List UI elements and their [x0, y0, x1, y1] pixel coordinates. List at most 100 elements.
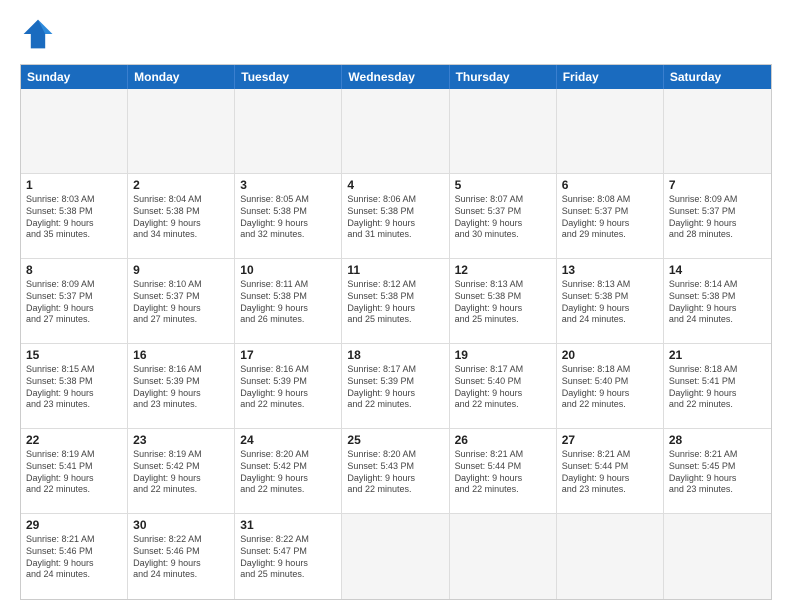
day-info: Sunrise: 8:07 AM Sunset: 5:37 PM Dayligh…: [455, 194, 551, 241]
calendar-day-8: 8Sunrise: 8:09 AM Sunset: 5:37 PM Daylig…: [21, 259, 128, 343]
header-day-sunday: Sunday: [21, 65, 128, 89]
day-number: 27: [562, 432, 658, 448]
day-number: 11: [347, 262, 443, 278]
calendar-header: SundayMondayTuesdayWednesdayThursdayFrid…: [21, 65, 771, 89]
calendar-day-25: 25Sunrise: 8:20 AM Sunset: 5:43 PM Dayli…: [342, 429, 449, 513]
calendar-day-17: 17Sunrise: 8:16 AM Sunset: 5:39 PM Dayli…: [235, 344, 342, 428]
calendar-day-empty: [664, 514, 771, 599]
day-number: 23: [133, 432, 229, 448]
day-number: 5: [455, 177, 551, 193]
day-info: Sunrise: 8:19 AM Sunset: 5:41 PM Dayligh…: [26, 449, 122, 496]
calendar-day-1: 1Sunrise: 8:03 AM Sunset: 5:38 PM Daylig…: [21, 174, 128, 258]
calendar-day-28: 28Sunrise: 8:21 AM Sunset: 5:45 PM Dayli…: [664, 429, 771, 513]
day-info: Sunrise: 8:19 AM Sunset: 5:42 PM Dayligh…: [133, 449, 229, 496]
header-day-monday: Monday: [128, 65, 235, 89]
calendar-day-31: 31Sunrise: 8:22 AM Sunset: 5:47 PM Dayli…: [235, 514, 342, 599]
day-number: 1: [26, 177, 122, 193]
day-info: Sunrise: 8:22 AM Sunset: 5:46 PM Dayligh…: [133, 534, 229, 581]
calendar-day-13: 13Sunrise: 8:13 AM Sunset: 5:38 PM Dayli…: [557, 259, 664, 343]
calendar-day-empty: [342, 89, 449, 173]
calendar-day-empty: [450, 89, 557, 173]
day-info: Sunrise: 8:15 AM Sunset: 5:38 PM Dayligh…: [26, 364, 122, 411]
calendar-day-12: 12Sunrise: 8:13 AM Sunset: 5:38 PM Dayli…: [450, 259, 557, 343]
calendar-day-2: 2Sunrise: 8:04 AM Sunset: 5:38 PM Daylig…: [128, 174, 235, 258]
day-info: Sunrise: 8:09 AM Sunset: 5:37 PM Dayligh…: [26, 279, 122, 326]
calendar-day-11: 11Sunrise: 8:12 AM Sunset: 5:38 PM Dayli…: [342, 259, 449, 343]
day-info: Sunrise: 8:04 AM Sunset: 5:38 PM Dayligh…: [133, 194, 229, 241]
calendar-day-10: 10Sunrise: 8:11 AM Sunset: 5:38 PM Dayli…: [235, 259, 342, 343]
day-number: 3: [240, 177, 336, 193]
day-number: 8: [26, 262, 122, 278]
calendar-day-9: 9Sunrise: 8:10 AM Sunset: 5:37 PM Daylig…: [128, 259, 235, 343]
day-info: Sunrise: 8:13 AM Sunset: 5:38 PM Dayligh…: [562, 279, 658, 326]
calendar-day-empty: [557, 89, 664, 173]
day-info: Sunrise: 8:10 AM Sunset: 5:37 PM Dayligh…: [133, 279, 229, 326]
day-number: 17: [240, 347, 336, 363]
calendar-day-5: 5Sunrise: 8:07 AM Sunset: 5:37 PM Daylig…: [450, 174, 557, 258]
day-number: 14: [669, 262, 766, 278]
header-day-saturday: Saturday: [664, 65, 771, 89]
day-info: Sunrise: 8:21 AM Sunset: 5:44 PM Dayligh…: [455, 449, 551, 496]
calendar-day-15: 15Sunrise: 8:15 AM Sunset: 5:38 PM Dayli…: [21, 344, 128, 428]
day-number: 28: [669, 432, 766, 448]
day-number: 22: [26, 432, 122, 448]
day-info: Sunrise: 8:12 AM Sunset: 5:38 PM Dayligh…: [347, 279, 443, 326]
day-info: Sunrise: 8:18 AM Sunset: 5:41 PM Dayligh…: [669, 364, 766, 411]
day-info: Sunrise: 8:22 AM Sunset: 5:47 PM Dayligh…: [240, 534, 336, 581]
calendar-day-24: 24Sunrise: 8:20 AM Sunset: 5:42 PM Dayli…: [235, 429, 342, 513]
day-info: Sunrise: 8:21 AM Sunset: 5:46 PM Dayligh…: [26, 534, 122, 581]
day-number: 24: [240, 432, 336, 448]
day-info: Sunrise: 8:21 AM Sunset: 5:44 PM Dayligh…: [562, 449, 658, 496]
calendar-day-empty: [342, 514, 449, 599]
day-info: Sunrise: 8:16 AM Sunset: 5:39 PM Dayligh…: [133, 364, 229, 411]
calendar-day-19: 19Sunrise: 8:17 AM Sunset: 5:40 PM Dayli…: [450, 344, 557, 428]
day-info: Sunrise: 8:03 AM Sunset: 5:38 PM Dayligh…: [26, 194, 122, 241]
day-number: 7: [669, 177, 766, 193]
calendar-day-empty: [557, 514, 664, 599]
day-info: Sunrise: 8:11 AM Sunset: 5:38 PM Dayligh…: [240, 279, 336, 326]
calendar-day-6: 6Sunrise: 8:08 AM Sunset: 5:37 PM Daylig…: [557, 174, 664, 258]
calendar-day-21: 21Sunrise: 8:18 AM Sunset: 5:41 PM Dayli…: [664, 344, 771, 428]
calendar-day-20: 20Sunrise: 8:18 AM Sunset: 5:40 PM Dayli…: [557, 344, 664, 428]
day-number: 16: [133, 347, 229, 363]
day-number: 4: [347, 177, 443, 193]
header-day-friday: Friday: [557, 65, 664, 89]
day-info: Sunrise: 8:17 AM Sunset: 5:39 PM Dayligh…: [347, 364, 443, 411]
day-info: Sunrise: 8:09 AM Sunset: 5:37 PM Dayligh…: [669, 194, 766, 241]
logo: [20, 16, 62, 52]
header-day-tuesday: Tuesday: [235, 65, 342, 89]
calendar-day-empty: [21, 89, 128, 173]
day-number: 31: [240, 517, 336, 533]
day-number: 29: [26, 517, 122, 533]
calendar-day-26: 26Sunrise: 8:21 AM Sunset: 5:44 PM Dayli…: [450, 429, 557, 513]
logo-icon: [20, 16, 56, 52]
day-number: 12: [455, 262, 551, 278]
day-number: 2: [133, 177, 229, 193]
calendar-day-23: 23Sunrise: 8:19 AM Sunset: 5:42 PM Dayli…: [128, 429, 235, 513]
day-info: Sunrise: 8:18 AM Sunset: 5:40 PM Dayligh…: [562, 364, 658, 411]
day-info: Sunrise: 8:17 AM Sunset: 5:40 PM Dayligh…: [455, 364, 551, 411]
calendar-day-4: 4Sunrise: 8:06 AM Sunset: 5:38 PM Daylig…: [342, 174, 449, 258]
calendar-day-empty: [450, 514, 557, 599]
calendar-day-empty: [128, 89, 235, 173]
calendar-week-4: 15Sunrise: 8:15 AM Sunset: 5:38 PM Dayli…: [21, 344, 771, 429]
calendar-day-30: 30Sunrise: 8:22 AM Sunset: 5:46 PM Dayli…: [128, 514, 235, 599]
day-info: Sunrise: 8:16 AM Sunset: 5:39 PM Dayligh…: [240, 364, 336, 411]
day-number: 15: [26, 347, 122, 363]
calendar-day-16: 16Sunrise: 8:16 AM Sunset: 5:39 PM Dayli…: [128, 344, 235, 428]
header-day-thursday: Thursday: [450, 65, 557, 89]
day-number: 10: [240, 262, 336, 278]
header: [20, 16, 772, 52]
day-number: 19: [455, 347, 551, 363]
calendar-day-27: 27Sunrise: 8:21 AM Sunset: 5:44 PM Dayli…: [557, 429, 664, 513]
calendar-week-6: 29Sunrise: 8:21 AM Sunset: 5:46 PM Dayli…: [21, 514, 771, 599]
calendar-day-18: 18Sunrise: 8:17 AM Sunset: 5:39 PM Dayli…: [342, 344, 449, 428]
day-info: Sunrise: 8:20 AM Sunset: 5:43 PM Dayligh…: [347, 449, 443, 496]
header-day-wednesday: Wednesday: [342, 65, 449, 89]
page: SundayMondayTuesdayWednesdayThursdayFrid…: [0, 0, 792, 612]
day-number: 18: [347, 347, 443, 363]
day-info: Sunrise: 8:21 AM Sunset: 5:45 PM Dayligh…: [669, 449, 766, 496]
day-info: Sunrise: 8:20 AM Sunset: 5:42 PM Dayligh…: [240, 449, 336, 496]
calendar-week-3: 8Sunrise: 8:09 AM Sunset: 5:37 PM Daylig…: [21, 259, 771, 344]
calendar-day-29: 29Sunrise: 8:21 AM Sunset: 5:46 PM Dayli…: [21, 514, 128, 599]
